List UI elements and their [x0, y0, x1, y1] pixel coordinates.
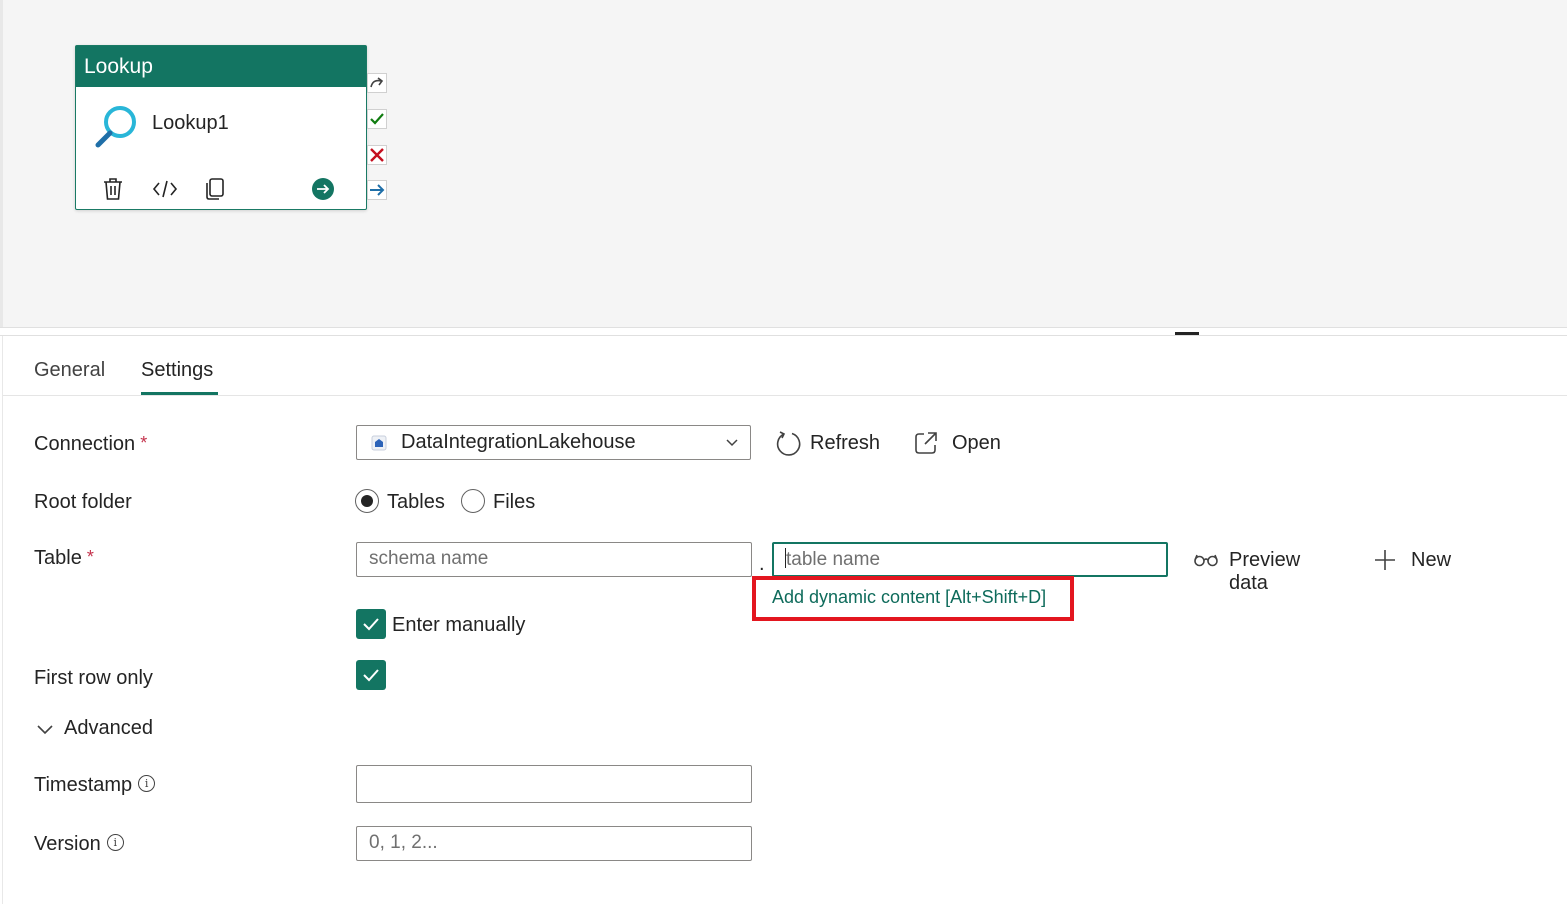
advanced-label: Advanced: [64, 717, 153, 739]
copy-icon[interactable]: [204, 177, 226, 201]
first-row-only-checkbox[interactable]: [356, 660, 386, 690]
code-icon[interactable]: [152, 179, 178, 199]
radio-files[interactable]: [461, 489, 485, 513]
info-icon[interactable]: i: [138, 775, 156, 792]
success-check-icon[interactable]: [367, 109, 387, 129]
connection-dropdown[interactable]: DataIntegrationLakehouse: [356, 425, 751, 460]
refresh-button[interactable]: Refresh: [776, 429, 886, 459]
schema-table-separator: .: [759, 553, 765, 575]
radio-tables-label: Tables: [387, 491, 445, 513]
first-row-only-label: First row only: [34, 667, 153, 689]
preview-data-button[interactable]: Preview data: [1193, 547, 1343, 594]
timestamp-label: Timestamp i: [34, 774, 156, 797]
open-external-icon: [915, 432, 937, 454]
open-label: Open: [952, 432, 1001, 454]
open-button[interactable]: Open: [913, 429, 1013, 459]
tab-general[interactable]: General: [34, 358, 105, 382]
table-name-input[interactable]: table name: [772, 542, 1168, 577]
enter-manually-label: Enter manually: [392, 614, 526, 636]
checkmark-icon: [363, 669, 379, 682]
connection-value: DataIntegrationLakehouse: [401, 431, 636, 453]
failure-x-icon[interactable]: [367, 145, 387, 165]
preview-data-label: Preview data: [1229, 549, 1301, 594]
table-name-placeholder: table name: [786, 549, 881, 570]
new-button[interactable]: New: [1373, 547, 1453, 575]
advanced-toggle[interactable]: Advanced: [34, 716, 174, 744]
delete-icon[interactable]: [102, 177, 124, 201]
lookup-magnifier-icon: [95, 106, 136, 148]
root-folder-label: Root folder: [34, 491, 132, 513]
lakehouse-icon: [371, 435, 387, 451]
go-arrow-icon[interactable]: [311, 177, 335, 201]
splitter-handle[interactable]: [1175, 332, 1199, 335]
panel-splitter[interactable]: [0, 327, 1567, 336]
schema-name-input[interactable]: schema name: [356, 542, 752, 577]
connection-label: Connection *: [34, 433, 148, 455]
version-label: Version i: [34, 833, 124, 856]
new-label: New: [1411, 549, 1452, 571]
info-icon[interactable]: i: [106, 834, 124, 851]
table-label: Table *: [34, 547, 94, 569]
chevron-down-icon: [726, 439, 738, 447]
skip-icon[interactable]: [367, 73, 387, 93]
refresh-icon: [776, 431, 801, 456]
version-input[interactable]: 0, 1, 2...: [356, 826, 752, 861]
glasses-icon: [1194, 554, 1218, 567]
add-dynamic-content-link[interactable]: Add dynamic content [Alt+Shift+D]: [772, 587, 1046, 608]
radio-tables[interactable]: [355, 489, 379, 513]
checkmark-icon: [363, 618, 379, 631]
chevron-down-icon: [37, 725, 53, 735]
refresh-label: Refresh: [810, 432, 881, 454]
enter-manually-checkbox[interactable]: [356, 609, 386, 639]
timestamp-input[interactable]: [356, 765, 752, 803]
activity-name: Lookup1: [152, 112, 229, 134]
completion-arrow-icon[interactable]: [367, 180, 387, 200]
lookup-activity-card[interactable]: Lookup Lookup1: [75, 45, 367, 210]
plus-icon: [1375, 550, 1395, 570]
tabs-divider: [3, 395, 1567, 396]
radio-files-label: Files: [493, 491, 536, 513]
activity-type-label: Lookup: [76, 46, 366, 87]
tab-settings[interactable]: Settings: [141, 358, 213, 382]
